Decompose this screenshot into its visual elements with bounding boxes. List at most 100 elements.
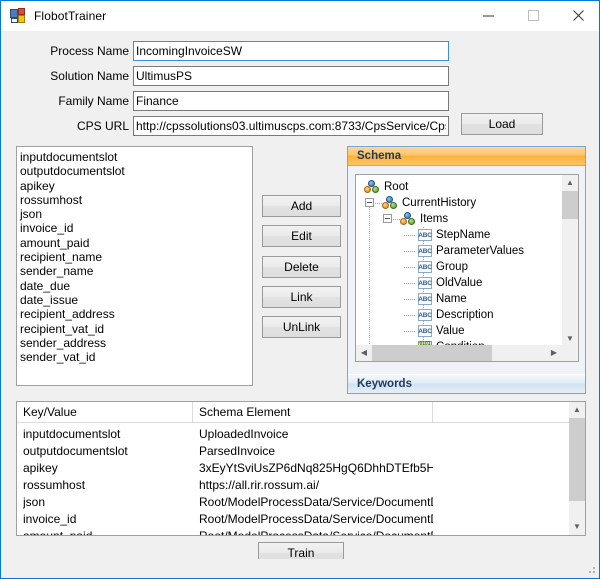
tree-node-label: Group — [436, 261, 468, 273]
table-row[interactable]: json Root/ModelProcessData/Service/Docume… — [17, 494, 585, 511]
cell-schema-element: Root/ModelProcessData/Service/DocumentDa… — [199, 529, 433, 536]
schema-collection-icon — [400, 212, 416, 226]
mapping-listview-vscrollbar[interactable]: ▲ ▼ — [569, 402, 585, 535]
mapping-listview-header: Key/Value Schema Element — [17, 402, 585, 423]
abc-field-icon: ABC — [418, 277, 432, 289]
load-button[interactable]: Load — [461, 113, 543, 135]
solution-name-label: Solution Name — [50, 69, 129, 83]
cell-schema-element: Root/ModelProcessData/Service/DocumentDa… — [199, 495, 433, 509]
list-item[interactable]: recipient_address — [20, 307, 252, 321]
close-icon[interactable] — [556, 1, 599, 30]
list-item[interactable]: sender_name — [20, 264, 252, 278]
abc-field-icon: ABC — [418, 293, 432, 305]
list-item[interactable]: sender_address — [20, 336, 252, 350]
abc-field-icon: ABC — [418, 261, 432, 273]
schema-node-icon — [364, 180, 380, 194]
list-item[interactable]: date_due — [20, 279, 252, 293]
scroll-left-icon[interactable]: ◀ — [356, 345, 372, 361]
tree-node[interactable]: Root — [364, 179, 408, 195]
cell-key-value: outputdocumentslot — [23, 444, 128, 458]
unlink-button[interactable]: UnLink — [262, 316, 341, 338]
column-header-schema-element[interactable]: Schema Element — [193, 402, 433, 422]
tree-node[interactable]: ABC OldValue — [418, 275, 482, 291]
status-bar — [2, 559, 599, 577]
scroll-right-icon[interactable]: ▶ — [546, 345, 562, 361]
process-name-label: Process Name — [50, 44, 129, 58]
list-item[interactable]: outputdocumentslot — [20, 164, 252, 178]
tree-connector-line — [404, 331, 416, 332]
tree-node[interactable]: ABC Name — [418, 291, 467, 307]
window-controls — [466, 1, 599, 30]
tree-node-label: ParameterValues — [436, 245, 524, 257]
keywords-panel-header[interactable]: Keywords — [348, 374, 585, 393]
list-item[interactable]: apikey — [20, 179, 252, 193]
list-item[interactable]: amount_paid — [20, 236, 252, 250]
table-row[interactable]: rossumhost https://all.rir.rossum.ai/ — [17, 477, 585, 494]
flobot-trainer-window: FlobotTrainer Process Name Solution Name… — [0, 0, 600, 579]
list-item[interactable]: inputdocumentslot — [20, 150, 252, 164]
cell-schema-element: ParsedInvoice — [199, 444, 276, 458]
link-button[interactable]: Link — [262, 286, 341, 308]
list-item[interactable]: date_issue — [20, 293, 252, 307]
cps-url-input[interactable] — [133, 116, 449, 136]
schema-panel-header[interactable]: Schema — [348, 147, 585, 166]
schema-tree-hscrollbar[interactable]: ◀ ▶ — [356, 345, 578, 361]
table-row[interactable]: inputdocumentslot UploadedInvoice — [17, 426, 585, 443]
list-item[interactable]: rossumhost — [20, 193, 252, 207]
add-button[interactable]: Add — [262, 195, 341, 217]
tree-node[interactable]: ABC ParameterValues — [418, 243, 524, 259]
schema-tree-hscroll-thumb[interactable] — [372, 345, 492, 361]
tree-node-label: Value — [436, 325, 465, 337]
list-item[interactable]: recipient_vat_id — [20, 322, 252, 336]
tree-connector-line — [404, 299, 416, 300]
tree-expander-icon[interactable] — [365, 198, 374, 207]
tree-node-label: CurrentHistory — [402, 197, 477, 209]
column-header-key-value[interactable]: Key/Value — [17, 402, 193, 422]
scroll-down-icon[interactable]: ▼ — [569, 519, 585, 535]
cell-key-value: json — [23, 495, 46, 509]
schema-tree-canvas: Root CurrentHistory Items ABC StepName ABC Par… — [356, 175, 578, 361]
cell-key-value: rossumhost — [23, 478, 86, 492]
tree-node[interactable]: ABC Value — [418, 323, 465, 339]
resize-grip-icon[interactable] — [585, 563, 597, 575]
family-name-input[interactable] — [133, 91, 449, 111]
abc-field-icon: ABC — [418, 309, 432, 321]
schema-tree[interactable]: Root CurrentHistory Items ABC StepName ABC Par… — [355, 174, 579, 362]
tree-expander-icon[interactable] — [383, 214, 392, 223]
cell-key-value: invoice_id — [23, 512, 77, 526]
scroll-up-icon[interactable]: ▲ — [562, 175, 578, 191]
minimize-icon[interactable] — [466, 1, 511, 30]
keys-listbox[interactable]: inputdocumentslot outputdocumentslot apike… — [16, 146, 253, 386]
cell-key-value: inputdocumentslot — [23, 427, 121, 441]
tree-node[interactable]: CurrentHistory — [382, 195, 476, 211]
edit-button[interactable]: Edit — [262, 225, 341, 247]
family-name-label: Family Name — [58, 94, 129, 108]
mapping-listview-vscroll-thumb[interactable] — [569, 418, 585, 501]
process-name-input[interactable] — [133, 41, 449, 61]
list-item[interactable]: sender_vat_id — [20, 350, 252, 364]
table-row[interactable]: outputdocumentslot ParsedInvoice — [17, 443, 585, 460]
maximize-icon[interactable] — [511, 1, 556, 30]
table-row[interactable]: invoice_id Root/ModelProcessData/Service/… — [17, 511, 585, 528]
tree-connector-line — [404, 283, 416, 284]
column-header-extra[interactable] — [433, 402, 570, 422]
mapping-listview[interactable]: Key/Value Schema Element inputdocumentsl… — [16, 401, 586, 536]
tree-node[interactable]: ABC StepName — [418, 227, 490, 243]
table-row[interactable]: apikey 3xEyYtSviUsZP6dNq825HgQ6DhhDTEfb5H… — [17, 460, 585, 477]
delete-button[interactable]: Delete — [262, 256, 341, 278]
schema-tree-vscrollbar[interactable]: ▲ ▼ — [562, 175, 578, 347]
list-item[interactable]: recipient_name — [20, 250, 252, 264]
cell-schema-element: Root/ModelProcessData/Service/DocumentDa… — [199, 512, 433, 526]
table-row[interactable]: amount_paid Root/ModelProcessData/Service… — [17, 528, 585, 536]
cell-key-value: amount_paid — [23, 529, 93, 536]
solution-name-input[interactable] — [133, 66, 449, 86]
tree-node[interactable]: ABC Description — [418, 307, 494, 323]
list-item[interactable]: json — [20, 207, 252, 221]
scroll-up-icon[interactable]: ▲ — [569, 402, 585, 418]
abc-field-icon: ABC — [418, 325, 432, 337]
schema-tree-vscroll-thumb[interactable] — [562, 191, 578, 219]
tree-node[interactable]: ABC Group — [418, 259, 468, 275]
tree-node[interactable]: Items — [400, 211, 448, 227]
list-item[interactable]: invoice_id — [20, 221, 252, 235]
abc-field-icon: ABC — [418, 245, 432, 257]
